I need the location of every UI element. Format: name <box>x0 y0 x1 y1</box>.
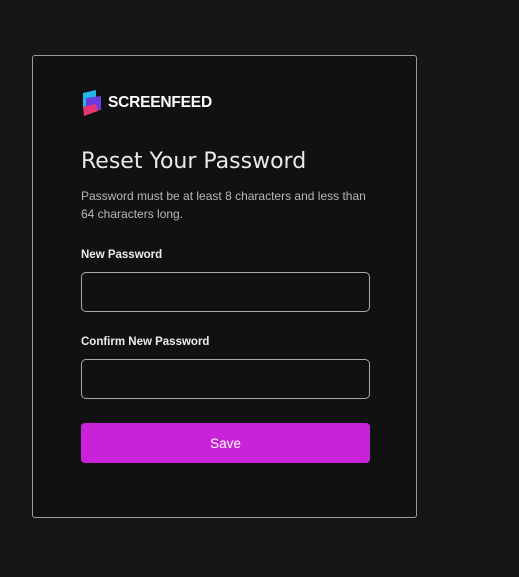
brand-logo: SCREENFEED <box>81 89 212 117</box>
password-requirements-text: Password must be at least 8 characters a… <box>81 189 366 221</box>
screenfeed-logo-icon <box>83 90 101 116</box>
reset-password-card: SCREENFEED Reset Your Password Password … <box>32 55 417 518</box>
new-password-input[interactable] <box>81 272 370 312</box>
new-password-label: New Password <box>81 249 163 261</box>
confirm-password-label: Confirm New Password <box>81 336 210 348</box>
brand-name: SCREENFEED <box>108 94 212 111</box>
save-button[interactable]: Save <box>81 423 370 463</box>
confirm-password-input[interactable] <box>81 359 370 399</box>
page-title: Reset Your Password <box>81 149 307 174</box>
